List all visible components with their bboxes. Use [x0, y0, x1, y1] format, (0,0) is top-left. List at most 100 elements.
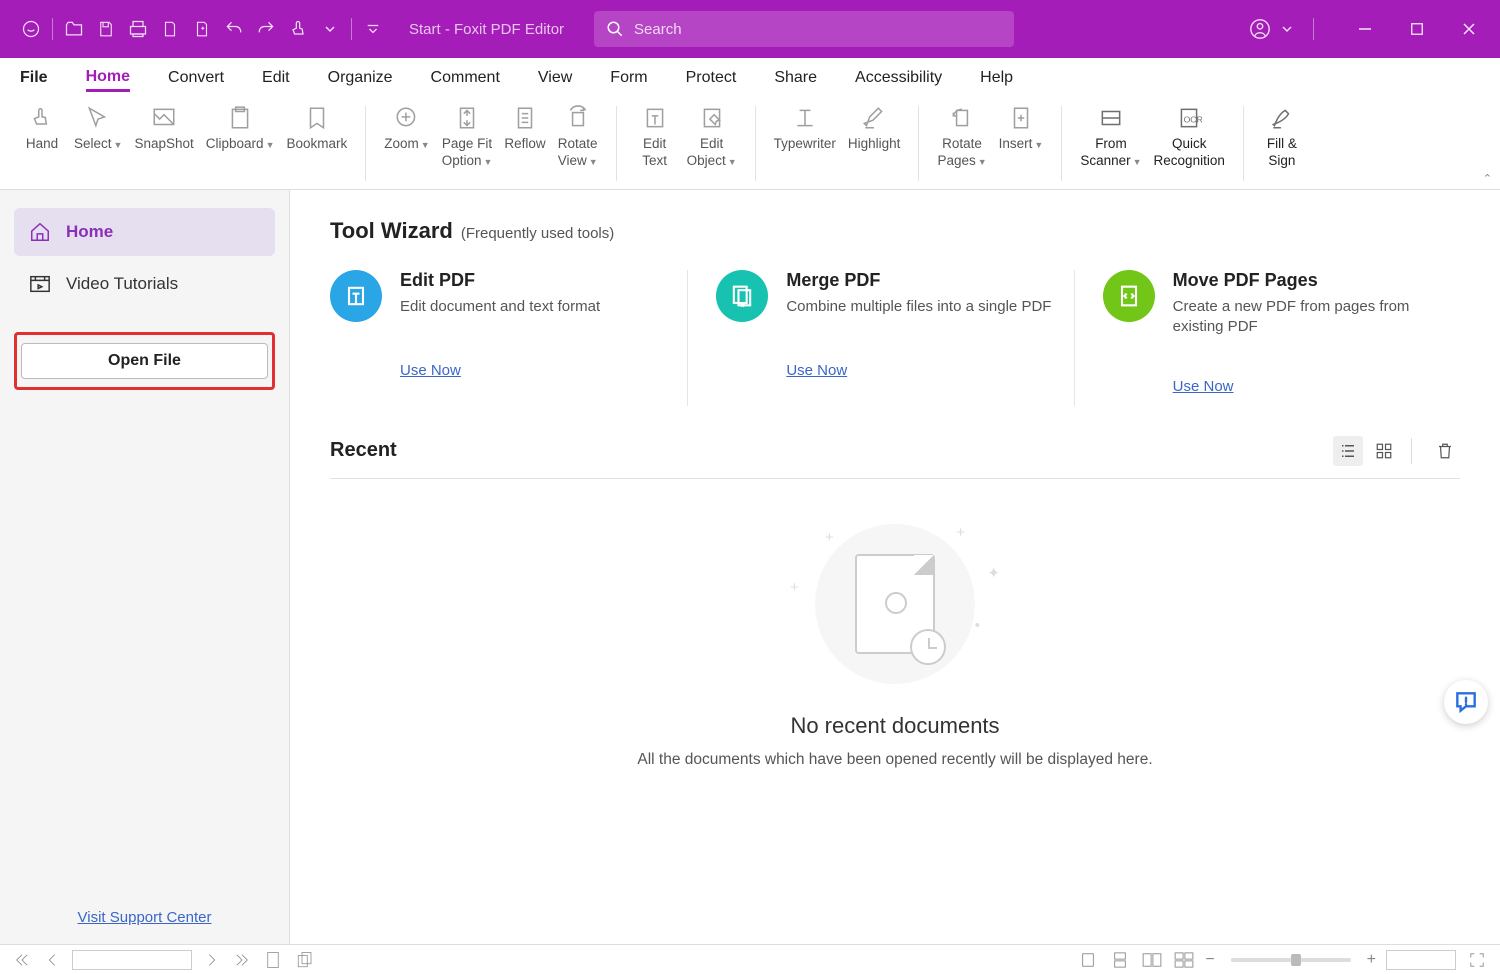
tool-card-merge-pdf: Merge PDFCombine multiple files into a s… [687, 270, 1073, 406]
ribbon-from-scanner[interactable]: FromScanner▼ [1074, 102, 1147, 172]
view-continuous-icon[interactable] [1109, 951, 1131, 969]
from-scanner-icon [1097, 104, 1125, 132]
print-icon[interactable] [127, 18, 149, 40]
ribbon-label: Page FitOption▼ [442, 136, 493, 170]
home-icon [28, 220, 52, 244]
view-facing-icon[interactable] [1141, 951, 1163, 969]
open-file-button[interactable]: Open File [21, 343, 268, 379]
tool-title: Move PDF Pages [1173, 270, 1440, 291]
menu-tab-home[interactable]: Home [86, 64, 130, 92]
prev-page-button[interactable] [42, 950, 62, 970]
menu-tab-form[interactable]: Form [610, 65, 647, 91]
nav-doc-icon[interactable] [262, 951, 284, 969]
ribbon-label: Bookmark [286, 136, 347, 153]
tool-title: Merge PDF [786, 270, 1051, 291]
fullscreen-button[interactable] [1466, 951, 1488, 969]
menu-tab-help[interactable]: Help [980, 65, 1013, 91]
new-page-icon[interactable] [191, 18, 213, 40]
page-number-input[interactable] [72, 950, 192, 970]
menu-tab-protect[interactable]: Protect [686, 65, 737, 91]
app-logo-icon [20, 18, 42, 40]
use-now-link[interactable]: Use Now [400, 362, 461, 379]
ribbon-edit-text[interactable]: EditText [629, 102, 681, 172]
rotate-pages-icon [948, 104, 976, 132]
close-button[interactable] [1458, 18, 1480, 40]
zoom-in-button[interactable]: + [1367, 951, 1376, 969]
ribbon-separator [616, 106, 617, 181]
ribbon-bookmark[interactable]: Bookmark [280, 102, 353, 155]
ribbon-rotate-pages[interactable]: RotatePages▼ [931, 102, 992, 172]
sidebar-item-video-tutorials[interactable]: Video Tutorials [14, 260, 275, 308]
help-bubble-button[interactable] [1444, 680, 1488, 724]
sidebar: Home Video Tutorials Open File Visit Sup… [0, 190, 290, 944]
search-box[interactable] [594, 11, 1014, 47]
ribbon-page-fit-option[interactable]: Page FitOption▼ [436, 102, 499, 172]
ribbon-zoom[interactable]: Zoom▼ [378, 102, 435, 155]
menu-tab-organize[interactable]: Organize [328, 65, 393, 91]
recent-title: Recent [330, 439, 397, 462]
ribbon-highlight[interactable]: Highlight [842, 102, 907, 155]
ribbon-typewriter[interactable]: Typewriter [768, 102, 842, 155]
menu-tabs: File Home Convert Edit Organize Comment View Fo… [0, 58, 1500, 98]
ribbon-collapse-icon[interactable]: ⌃ [1483, 172, 1492, 185]
menu-tab-accessibility[interactable]: Accessibility [855, 65, 942, 91]
ribbon-edit-object[interactable]: EditObject▼ [681, 102, 743, 172]
search-input[interactable] [634, 21, 1002, 38]
use-now-link[interactable]: Use Now [786, 362, 847, 379]
ribbon-label: RotatePages▼ [937, 136, 986, 170]
ribbon-separator [755, 106, 756, 181]
zoom-slider[interactable] [1231, 958, 1351, 962]
status-bar: − + [0, 944, 1500, 974]
menu-tab-comment[interactable]: Comment [431, 65, 500, 91]
minimize-button[interactable] [1354, 18, 1376, 40]
ribbon-separator [1243, 106, 1244, 181]
use-now-link[interactable]: Use Now [1173, 378, 1234, 395]
view-single-icon[interactable] [1077, 951, 1099, 969]
empty-illustration: + + + ✦ • [770, 509, 1020, 699]
ribbon-hand[interactable]: Hand [16, 102, 68, 155]
clipboard-icon [226, 104, 254, 132]
sidebar-item-home[interactable]: Home [14, 208, 275, 256]
menu-tab-share[interactable]: Share [774, 65, 817, 91]
svg-text:OCR: OCR [1184, 114, 1202, 124]
ribbon-label: Fill &Sign [1267, 136, 1297, 170]
customize-dropdown-icon[interactable] [362, 18, 384, 40]
ribbon-fill-sign[interactable]: Fill &Sign [1256, 102, 1308, 172]
menu-tab-edit[interactable]: Edit [262, 65, 290, 91]
account-icon[interactable] [1249, 18, 1271, 40]
ribbon-label: Select▼ [74, 136, 122, 153]
ribbon-insert[interactable]: Insert▼ [993, 102, 1050, 155]
first-page-button[interactable] [12, 950, 32, 970]
maximize-button[interactable] [1406, 18, 1428, 40]
grid-view-button[interactable] [1369, 436, 1399, 466]
page-icon[interactable] [159, 18, 181, 40]
ribbon-reflow[interactable]: Reflow [498, 102, 551, 155]
hand-icon [28, 104, 56, 132]
zoom-out-button[interactable]: − [1205, 951, 1214, 969]
zoom-input[interactable] [1386, 950, 1456, 970]
next-page-button[interactable] [202, 950, 222, 970]
view-continuous-facing-icon[interactable] [1173, 951, 1195, 969]
last-page-button[interactable] [232, 950, 252, 970]
account-dropdown-icon[interactable] [1281, 18, 1293, 40]
separator [1411, 438, 1412, 464]
redo-icon[interactable] [255, 18, 277, 40]
menu-tab-view[interactable]: View [538, 65, 572, 91]
undo-icon[interactable] [223, 18, 245, 40]
qat-dropdown-icon[interactable] [319, 18, 341, 40]
ribbon-quick-recognition[interactable]: OCRQuickRecognition [1148, 102, 1231, 172]
support-center-link[interactable]: Visit Support Center [14, 909, 275, 934]
menu-tab-file[interactable]: File [20, 65, 48, 91]
ribbon-rotate-view[interactable]: RotateView▼ [552, 102, 604, 172]
open-folder-icon[interactable] [63, 18, 85, 40]
touch-mode-icon[interactable] [287, 18, 309, 40]
ribbon-clipboard[interactable]: Clipboard▼ [200, 102, 281, 155]
list-view-button[interactable] [1333, 436, 1363, 466]
ribbon-snapshot[interactable]: SnapShot [128, 102, 199, 155]
save-icon[interactable] [95, 18, 117, 40]
clear-recent-button[interactable] [1430, 436, 1460, 466]
reflow-icon [511, 104, 539, 132]
menu-tab-convert[interactable]: Convert [168, 65, 224, 91]
nav-docs-icon[interactable] [294, 951, 316, 969]
ribbon-select[interactable]: Select▼ [68, 102, 128, 155]
